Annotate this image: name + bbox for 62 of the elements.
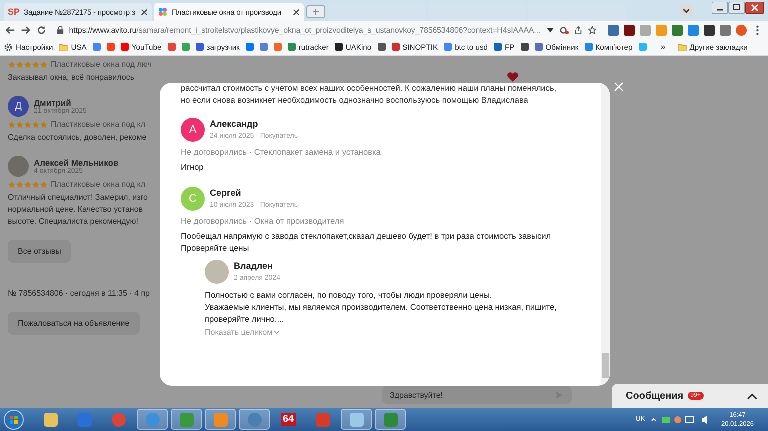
- taskbar-app[interactable]: [205, 409, 236, 430]
- review-text: Игнор: [181, 161, 205, 173]
- folder-icon: [678, 42, 687, 52]
- message-field[interactable]: Здравствуйте!: [382, 386, 572, 404]
- all-reviews-button[interactable]: Все отзывы: [8, 240, 72, 263]
- taskbar-app[interactable]: [239, 409, 270, 430]
- bookmark-icon[interactable]: [520, 43, 529, 51]
- reviewer-name: Александр: [210, 118, 260, 130]
- bookmark-icon[interactable]: [246, 43, 254, 51]
- app-logo: 64: [280, 413, 296, 426]
- reply-text: Полностью с вами согласен, по поводу того, чтобы люди проверяли цены. Уважаемые клиенты, мы являемся производителем. Соответственно цена низкая, пишите, проверяйте лично....: [205, 289, 558, 325]
- avatar: С: [181, 187, 205, 211]
- gear-icon: [4, 42, 13, 52]
- review-text: Отличный специалист! Замерил, изго нормальной цене. Качество установ высоте. Специалиста рекомендую!: [8, 192, 148, 228]
- dots-icon: [158, 7, 168, 17]
- forward-icon[interactable]: [21, 24, 31, 36]
- review-product: Пластиковые окна под кл: [51, 120, 146, 129]
- heart-icon[interactable]: [507, 72, 519, 82]
- site-favicon: SP: [8, 7, 20, 17]
- reviewer-name: Сергей: [210, 188, 242, 198]
- start-button[interactable]: [4, 410, 24, 430]
- messages-title: Сообщения: [626, 390, 684, 402]
- review-product: Пластиковые окна под люч: [51, 60, 152, 69]
- review-text: Заказывал окна, всё понравилось: [8, 72, 136, 84]
- review-text: Пообещал напрямую с завода стеклопакет,сказал дешево будет! в три раза стоимость завысил Проверяйте цены: [181, 230, 552, 254]
- extension-icons-drawing[interactable]: [608, 24, 747, 36]
- chevron-down-icon[interactable]: [679, 3, 694, 18]
- star-icon[interactable]: [588, 26, 597, 34]
- listing-meta: № 7856534806 · сегодня в 11:35 · 4 пр: [8, 289, 150, 298]
- close-icon[interactable]: [293, 8, 300, 16]
- scrollbar[interactable]: [601, 83, 610, 386]
- deal-status: Не договорились · Стеклопакет замена и установка: [181, 147, 382, 158]
- more-bookmarks-button[interactable]: »: [660, 42, 666, 52]
- taskbar-app[interactable]: [375, 409, 406, 430]
- new-tab-icon[interactable]: [306, 5, 326, 19]
- url-text: https://www.avito.ru/samara/remont_i_stroitelstvo/plastikovye_okna_ot_proizvoditelya_s_ustanovkoy_7856534806?context=H4sIAAAA...: [69, 26, 541, 34]
- back-icon[interactable]: [6, 24, 16, 36]
- reviewer-name: Дмитрий: [34, 98, 72, 108]
- lock-icon: [57, 26, 64, 34]
- avatar-photo-placeholder: [205, 260, 229, 284]
- reviewer-name: Алексей Мельников: [34, 158, 119, 168]
- deal-status: Не договорились · Окна от производителя: [181, 216, 346, 227]
- close-icon[interactable]: [141, 8, 148, 16]
- report-button[interactable]: Пожаловаться на объявление: [8, 312, 140, 335]
- taskbar-app[interactable]: [341, 409, 372, 430]
- chevron-up-icon[interactable]: [747, 392, 758, 400]
- reload-icon[interactable]: [36, 24, 46, 36]
- review-text: рассчитал стоимость с учетом всех наших особенностей. К сожалению наши планы поменялись, но если снова возникнет необходимость однозначно воспользуюсь помощью Владислава: [181, 83, 558, 106]
- taskbar-app[interactable]: [137, 409, 168, 430]
- caret-icon[interactable]: [546, 26, 555, 34]
- window-controls-drawing[interactable]: [712, 2, 764, 14]
- bookmark-icon[interactable]: [378, 43, 386, 51]
- avatar: Д: [8, 96, 29, 117]
- avatar: А: [181, 118, 205, 142]
- share-icon[interactable]: [574, 26, 583, 34]
- taskbar-app[interactable]: [171, 409, 202, 430]
- taskbar-app[interactable]: 64: [273, 409, 304, 430]
- folder-icon: [59, 42, 68, 52]
- avatar-photo-placeholder: [8, 156, 29, 177]
- review-text: Сделка состоялись, доволен, рекоме: [8, 132, 147, 144]
- seller-name: Владлен: [234, 260, 274, 272]
- review-product: Пластиковые окна под кл: [51, 180, 146, 189]
